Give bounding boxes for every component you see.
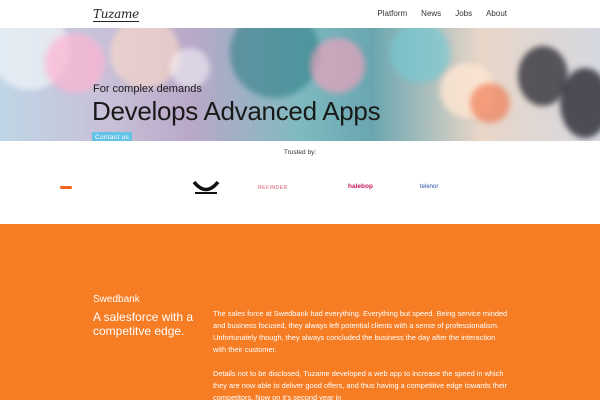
case-client-name: Swedbank — [93, 294, 140, 305]
case-body: The sales force at Swedbank had everythi… — [213, 308, 509, 400]
case-paragraph: Details not to be disclosed, Tuzame deve… — [213, 369, 508, 400]
case-headline: A salesforce with a competitve edge. — [93, 310, 194, 338]
hero-bokeh-light — [170, 48, 210, 88]
trusted-by-label: Trusted by: — [283, 149, 317, 156]
hero-bokeh-light — [230, 28, 320, 98]
nav-link-jobs[interactable]: Jobs — [455, 9, 472, 18]
hero-bokeh-light — [110, 28, 180, 88]
hero-bokeh-light — [390, 28, 450, 83]
top-navigation: Tuzame Platform News Jobs About — [0, 0, 600, 28]
hero-title: Develops Advanced Apps — [92, 96, 381, 126]
hero-bokeh-dark — [560, 68, 600, 138]
hero-bokeh-light — [310, 38, 365, 93]
nav-links: Platform News Jobs About — [377, 9, 507, 18]
client-logo-halebop: halebop — [348, 183, 373, 190]
client-logo-telenor: telenor — [420, 184, 439, 190]
nav-link-news[interactable]: News — [421, 9, 441, 18]
contact-us-button[interactable]: Contact us — [92, 132, 133, 141]
client-logo-refinder: REFINDER — [258, 185, 288, 191]
nav-link-about[interactable]: About — [486, 9, 507, 18]
hero-subtitle: For complex demands — [93, 83, 202, 95]
trusted-by-section: Trusted by: REFINDER halebop telenor — [0, 141, 600, 224]
nav-link-platform[interactable]: Platform — [377, 9, 407, 18]
case-paragraph: The sales force at Swedbank had everythi… — [213, 309, 508, 354]
case-study-section: Swedbank A salesforce with a competitve … — [0, 224, 600, 400]
client-logo-orange — [60, 186, 72, 189]
hero-banner: For complex demands Develops Advanced Ap… — [0, 28, 600, 141]
client-logos: REFINDER halebop telenor — [0, 180, 600, 197]
hero-bokeh-light — [470, 83, 510, 123]
brand-logo[interactable]: Tuzame — [93, 7, 139, 22]
client-logo-ring — [191, 180, 221, 195]
